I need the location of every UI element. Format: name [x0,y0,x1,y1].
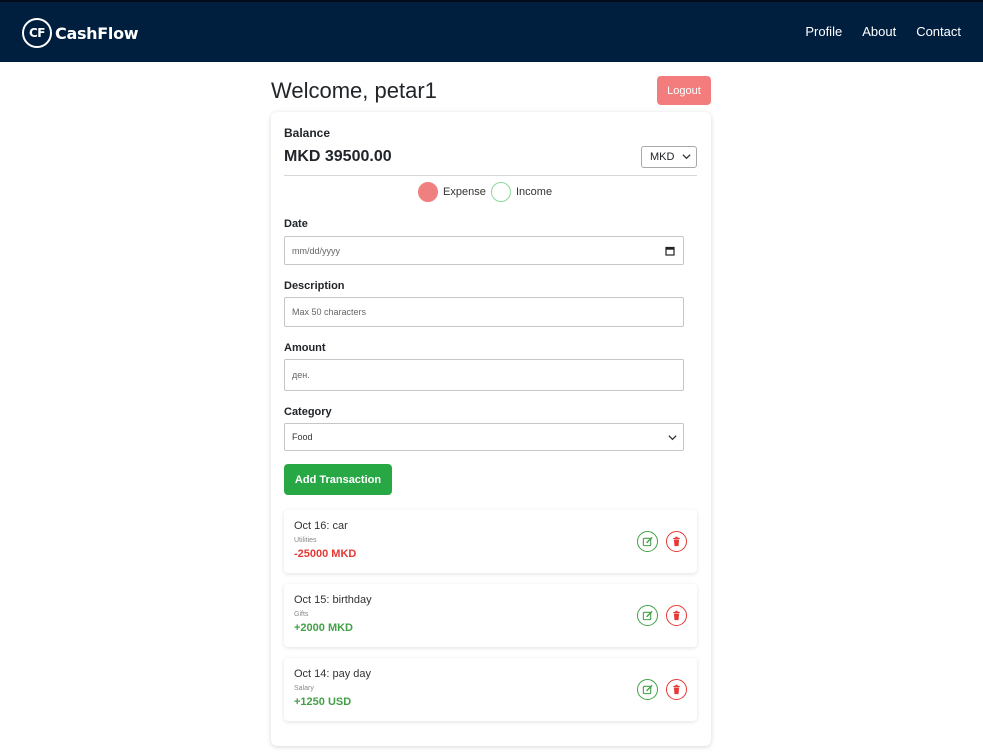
transaction-category: Utilities [294,537,317,544]
transaction-title: Oct 15: birthday [294,594,372,606]
income-radio-dot [491,182,511,202]
income-label: Income [516,186,553,198]
brand-name: CashFlow [55,23,139,43]
expense-radio-dot [418,182,438,202]
currency-select[interactable]: MKD [641,146,697,168]
nav-link-about[interactable]: About [862,24,896,39]
amount-placeholder: ден. [292,370,310,380]
transaction-title: Oct 14: pay day [294,668,372,680]
cashflow-logo-icon: CF [22,18,52,48]
calendar-icon[interactable] [665,246,675,256]
transaction-category: Gifts [294,611,309,618]
edit-icon [642,536,653,547]
amount-label: Amount [284,342,326,354]
amount-input[interactable]: ден. [284,359,684,391]
trash-icon [673,610,680,621]
welcome-heading: Welcome, petar1 [271,78,437,103]
date-placeholder: mm/dd/yyyy [292,245,341,256]
edit-transaction-button[interactable] [637,679,658,700]
description-label: Description [284,280,345,292]
delete-transaction-button[interactable] [666,531,687,552]
nav-links: Profile About Contact [805,24,961,39]
brand-logo-link[interactable]: CF CashFlow [22,16,139,50]
transaction-amount: +1250 USD [294,696,352,708]
category-select[interactable]: Food [284,423,684,451]
delete-transaction-button[interactable] [666,679,687,700]
transaction-title: Oct 16: car [294,520,348,532]
edit-transaction-button[interactable] [637,605,658,626]
transaction-category: Salary [294,685,314,692]
cashflow-card: Balance MKD 39500.00 MKD Expense Income … [271,112,711,746]
expense-label: Expense [443,186,486,198]
category-select-value: Food [292,432,313,442]
description-placeholder: Max 50 characters [292,307,367,317]
expense-toggle[interactable]: Expense [418,182,486,202]
trash-icon [673,684,680,695]
chevron-down-icon [668,435,677,441]
transaction-amount: +2000 MKD [294,622,354,634]
nav-link-profile[interactable]: Profile [805,24,842,39]
edit-icon [642,610,653,621]
add-transaction-button[interactable]: Add Transaction [284,464,392,495]
chevron-down-icon [682,154,691,160]
top-navbar: CF CashFlow Profile About Contact [0,0,983,62]
balance-divider [284,175,697,176]
description-input[interactable]: Max 50 characters [284,297,684,327]
transaction-item: Oct 15: birthday Gifts +2000 MKD [284,584,697,647]
delete-transaction-button[interactable] [666,605,687,626]
date-input[interactable]: mm/dd/yyyy [284,236,684,265]
category-label: Category [284,406,332,418]
balance-value: MKD 39500.00 [284,148,392,165]
edit-transaction-button[interactable] [637,531,658,552]
currency-select-value: MKD [650,151,675,163]
transaction-item: Oct 16: car Utilities -25000 MKD [284,510,697,573]
balance-label: Balance [284,126,331,140]
edit-icon [642,684,653,695]
date-label: Date [284,218,308,230]
trash-icon [673,536,680,547]
income-toggle[interactable]: Income [491,182,552,202]
transaction-item: Oct 14: pay day Salary +1250 USD [284,658,697,721]
logout-button[interactable]: Logout [657,76,711,105]
transaction-amount: -25000 MKD [294,548,357,560]
nav-link-contact[interactable]: Contact [916,24,961,39]
